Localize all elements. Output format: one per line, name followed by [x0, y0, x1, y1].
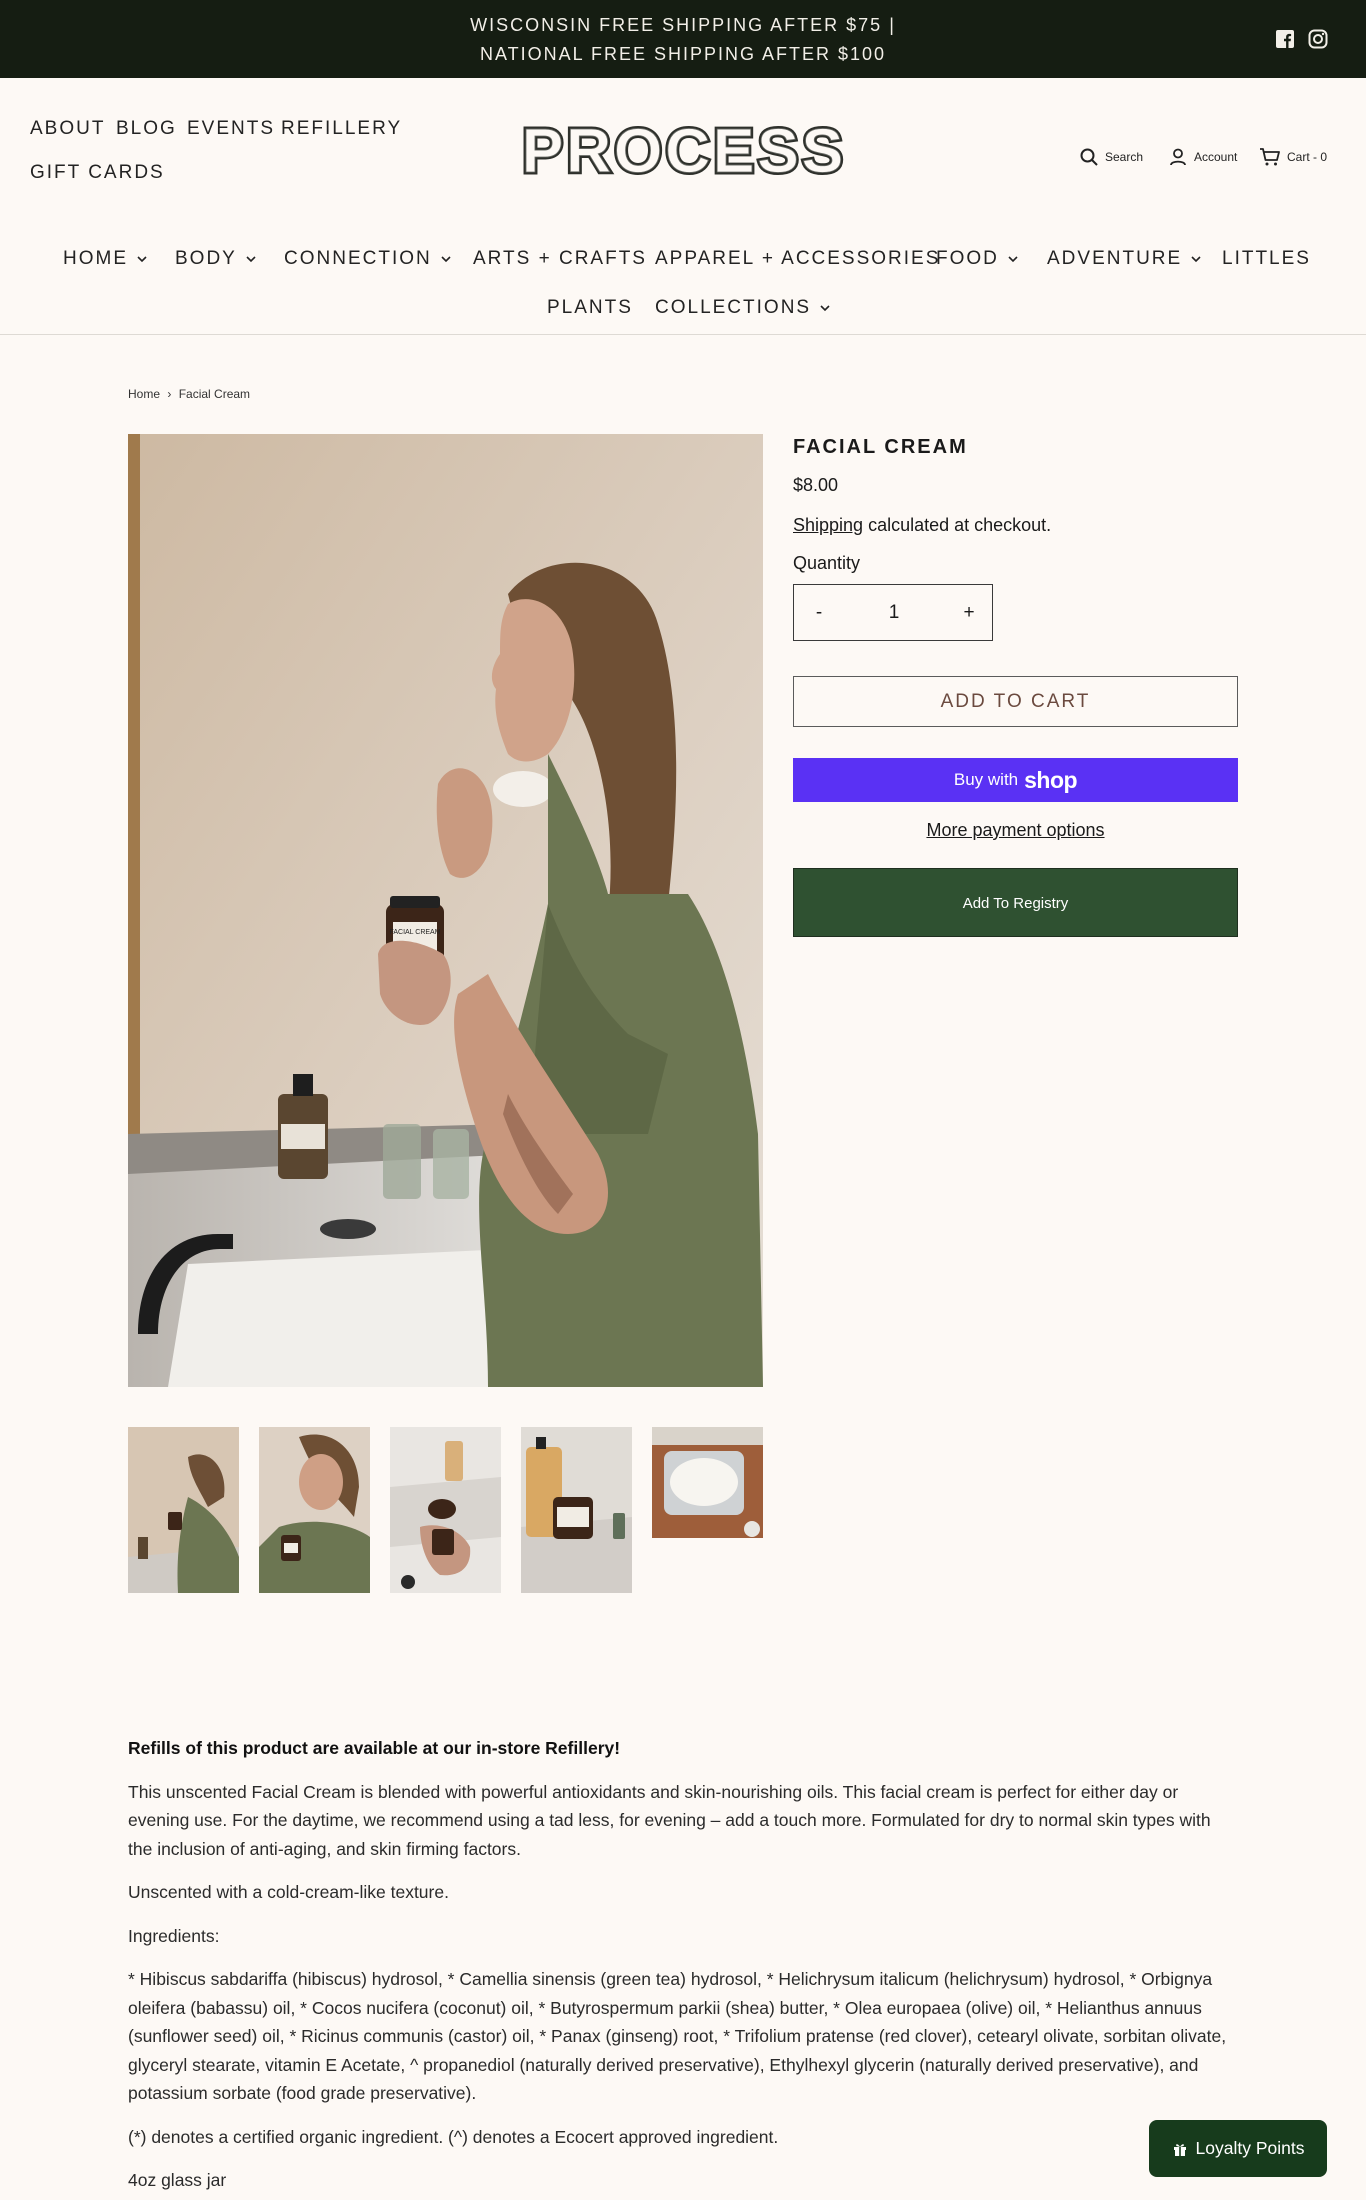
breadcrumb-current: Facial Cream	[178, 387, 251, 401]
add-to-cart-button[interactable]: ADD TO CART	[793, 676, 1238, 727]
quantity-increase-button[interactable]: +	[954, 599, 984, 627]
breadcrumb-separator: ›	[167, 387, 172, 401]
gift-icon	[1173, 2143, 1186, 2156]
shipping-note: Shipping calculated at checkout.	[793, 515, 1051, 536]
product-thumbnail-2[interactable]	[259, 1427, 370, 1593]
nav-label: CONNECTION	[284, 248, 432, 269]
buy-with-label: Buy with	[953, 770, 1019, 789]
ingredients-heading: Ingredients:	[128, 1925, 220, 1946]
account-icon	[1170, 148, 1186, 166]
nav-label: ARTS + CRAFTS	[473, 248, 647, 269]
quantity-input[interactable]: 1	[854, 599, 934, 627]
instagram-icon[interactable]	[1307, 28, 1329, 50]
main-nav: HOME BODY CONNECTION ARTS + CRAFTS APPAR…	[0, 245, 1366, 335]
announcement-line-1: WISCONSIN FREE SHIPPING AFTER $75 |	[470, 15, 896, 35]
shipping-rest: calculated at checkout.	[863, 515, 1052, 535]
loyalty-label: Loyalty Points	[1195, 2138, 1305, 2158]
nav-item-plants[interactable]: PLANTS	[547, 297, 633, 319]
nav-item-collections[interactable]: COLLECTIONS	[655, 297, 831, 319]
chevron-down-icon	[441, 256, 451, 263]
nav-item-body[interactable]: BODY	[175, 248, 257, 270]
announcement-text: WISCONSIN FREE SHIPPING AFTER $75 | NATI…	[0, 11, 1366, 69]
cart-icon	[1260, 148, 1280, 166]
product-title: FACIAL CREAM	[793, 436, 968, 458]
top-link-gift-cards[interactable]: GIFT CARDS	[30, 162, 165, 184]
nav-label: LITTLES	[1222, 248, 1311, 269]
quantity-decrease-button[interactable]: -	[804, 599, 834, 627]
nav-label: PLANTS	[547, 297, 633, 318]
account-link[interactable]: Account	[1168, 146, 1237, 168]
search-label: Search	[1105, 150, 1144, 164]
header-divider	[0, 334, 1366, 335]
size-note: 4oz glass jar	[128, 2170, 227, 2190]
product-price: $8.00	[793, 475, 839, 495]
nav-item-arts-crafts[interactable]: ARTS + CRAFTS	[473, 248, 647, 270]
chevron-down-icon	[820, 305, 830, 312]
nav-label: APPAREL + ACCESSORIES	[655, 248, 941, 269]
chevron-down-icon	[246, 256, 256, 263]
nav-item-littles[interactable]: LITTLES	[1222, 248, 1311, 270]
nav-label: FOOD	[936, 248, 999, 269]
chevron-down-icon	[137, 256, 147, 263]
product-thumbnail-1[interactable]	[128, 1427, 239, 1593]
top-link-events[interactable]: EVENTS	[187, 118, 275, 140]
description-paragraph: Unscented with a cold-cream-like texture…	[128, 1882, 449, 1902]
nav-item-food[interactable]: FOOD	[936, 248, 1019, 270]
search-link[interactable]: Search	[1079, 146, 1143, 168]
svg-text:FACIAL CREAM: FACIAL CREAM	[389, 929, 440, 936]
nav-item-adventure[interactable]: ADVENTURE	[1047, 248, 1202, 270]
product-thumbnail-3[interactable]	[390, 1427, 501, 1593]
nav-item-connection[interactable]: CONNECTION	[284, 248, 452, 270]
refill-note: Refills of this product are available at…	[128, 1738, 621, 1758]
nav-item-apparel-accessories[interactable]: APPAREL + ACCESSORIES	[655, 248, 940, 270]
chevron-down-icon	[1191, 256, 1201, 263]
process-logo[interactable]: PROCESS PROCESS	[514, 120, 854, 184]
search-icon	[1080, 148, 1098, 166]
svg-text:PROCESS: PROCESS	[522, 120, 846, 184]
ingredients-list: * Hibiscus sabdariffa (hibiscus) hydroso…	[128, 1969, 1227, 2103]
add-to-registry-button[interactable]: Add To Registry	[793, 868, 1238, 937]
top-link-about[interactable]: ABOUT	[30, 118, 105, 140]
breadcrumb: Home › Facial Cream	[128, 387, 250, 401]
shop-pay-logo: shop	[1024, 766, 1078, 793]
nav-label: ADVENTURE	[1047, 248, 1183, 269]
breadcrumb-home[interactable]: Home	[128, 387, 160, 401]
facebook-icon[interactable]	[1274, 28, 1296, 50]
more-payment-options-link[interactable]: More payment options	[793, 820, 1238, 841]
account-label: Account	[1194, 150, 1238, 164]
product-main-image[interactable]: FACIAL CREAM	[128, 434, 763, 1387]
nav-label: HOME	[63, 248, 128, 269]
shipping-link[interactable]: Shipping	[793, 515, 863, 535]
announcement-line-2: NATIONAL FREE SHIPPING AFTER $100	[479, 44, 887, 64]
description-paragraph: This unscented Facial Cream is blended w…	[128, 1781, 1211, 1859]
product-description: Refills of this product are available at…	[128, 1734, 1238, 2200]
nav-label: BODY	[175, 248, 237, 269]
cart-link[interactable]: Cart - 0	[1259, 146, 1327, 168]
product-thumbnail-4[interactable]	[521, 1427, 632, 1593]
chevron-down-icon	[1008, 256, 1018, 263]
buy-with-shop-button[interactable]: Buy with shop	[793, 758, 1238, 802]
ingredients-note: (*) denotes a certified organic ingredie…	[128, 2126, 779, 2147]
loyalty-points-button[interactable]: Loyalty Points	[1149, 2120, 1327, 2177]
top-link-refillery[interactable]: REFILLERY	[281, 118, 402, 140]
cart-label: Cart - 0	[1287, 150, 1328, 164]
top-link-blog[interactable]: BLOG	[116, 118, 177, 140]
nav-label: COLLECTIONS	[655, 297, 812, 318]
nav-item-home[interactable]: HOME	[63, 248, 148, 270]
quantity-stepper: - 1 +	[793, 584, 993, 641]
product-thumbnail-5[interactable]	[652, 1427, 763, 1538]
quantity-label: Quantity	[793, 553, 861, 573]
announcement-bar: WISCONSIN FREE SHIPPING AFTER $75 | NATI…	[0, 0, 1366, 78]
